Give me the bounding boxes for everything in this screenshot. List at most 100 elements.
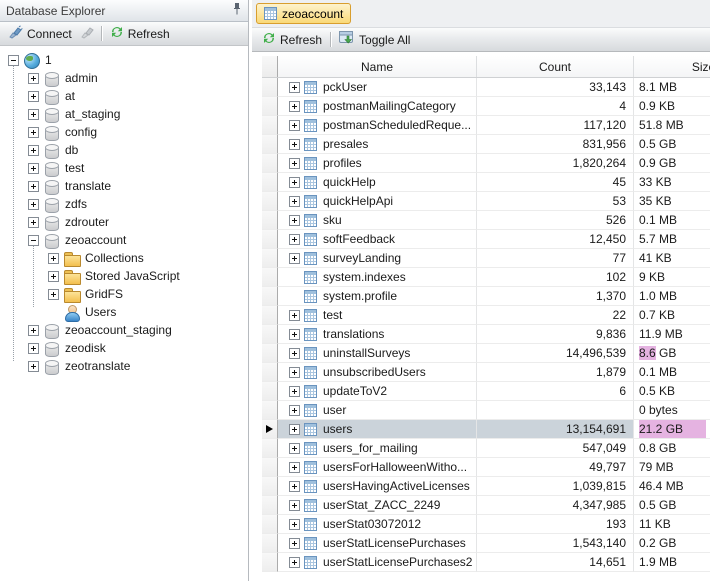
cell-count[interactable]: 53	[477, 192, 634, 211]
tree-expander-plus-icon[interactable]	[28, 216, 39, 228]
tree-expander-plus-icon[interactable]	[28, 324, 39, 336]
table-row-system-profile[interactable]: system.profile 1,370 1.0 MB	[262, 287, 710, 306]
cell-size[interactable]: 0.5 GB	[634, 135, 710, 154]
cell-name[interactable]: quickHelpApi	[278, 192, 477, 211]
column-header-name[interactable]: Name	[278, 56, 477, 77]
cell-size[interactable]: 35 KB	[634, 192, 710, 211]
row-expander-plus-icon[interactable]	[289, 81, 300, 93]
row-selector[interactable]	[262, 458, 278, 477]
table-row-test[interactable]: test 22 0.7 KB	[262, 306, 710, 325]
cell-count[interactable]: 1,370	[477, 287, 634, 306]
tree-item-admin[interactable]: admin	[0, 69, 248, 87]
cell-count[interactable]: 193	[477, 515, 634, 534]
cell-size[interactable]: 79 MB	[634, 458, 710, 477]
table-row-updatetov2[interactable]: updateToV2 6 0.5 KB	[262, 382, 710, 401]
row-selector[interactable]	[262, 135, 278, 154]
row-expander-plus-icon[interactable]	[289, 404, 300, 416]
cell-count[interactable]: 4,347,985	[477, 496, 634, 515]
disconnect-button[interactable]	[77, 23, 98, 44]
tree-expander-plus-icon[interactable]	[48, 288, 59, 300]
tree-expander-plus-icon[interactable]	[28, 162, 39, 174]
cell-count[interactable]: 77	[477, 249, 634, 268]
row-selector[interactable]	[262, 382, 278, 401]
cell-size[interactable]: 46.4 MB	[634, 477, 710, 496]
cell-size[interactable]: 0 bytes	[634, 401, 710, 420]
tree-item-config[interactable]: config	[0, 123, 248, 141]
cell-count[interactable]: 1,543,140	[477, 534, 634, 553]
table-row-postmanscheduledreque[interactable]: postmanScheduledReque... 117,120 51.8 MB	[262, 116, 710, 135]
tree-expander-minus-icon[interactable]	[28, 234, 39, 246]
tree-item-translate[interactable]: translate	[0, 177, 248, 195]
cell-name[interactable]: translations	[278, 325, 477, 344]
cell-size[interactable]: 5.7 MB	[634, 230, 710, 249]
cell-count[interactable]: 1,820,264	[477, 154, 634, 173]
row-expander-plus-icon[interactable]	[289, 233, 300, 245]
cell-name[interactable]: profiles	[278, 154, 477, 173]
row-expander-plus-icon[interactable]	[289, 556, 300, 568]
cell-size[interactable]: 0.1 MB	[634, 211, 710, 230]
table-row-translations[interactable]: translations 9,836 11.9 MB	[262, 325, 710, 344]
row-selector[interactable]	[262, 306, 278, 325]
row-expander-plus-icon[interactable]	[289, 499, 300, 511]
cell-name[interactable]: surveyLanding	[278, 249, 477, 268]
row-selector[interactable]	[262, 97, 278, 116]
cell-name[interactable]: userStatLicensePurchases2	[278, 553, 477, 572]
explorer-refresh-button[interactable]: Refresh	[105, 23, 175, 44]
cell-size[interactable]: 0.5 GB	[634, 496, 710, 515]
cell-name[interactable]: unsubscribedUsers	[278, 363, 477, 382]
row-expander-plus-icon[interactable]	[289, 385, 300, 397]
tree-expander-plus-icon[interactable]	[28, 72, 39, 84]
row-selector[interactable]	[262, 173, 278, 192]
cell-count[interactable]: 49,797	[477, 458, 634, 477]
table-row-usersforhalloweenwitho[interactable]: usersForHalloweenWitho... 49,797 79 MB	[262, 458, 710, 477]
table-row-postmanmailingcategory[interactable]: postmanMailingCategory 4 0.9 KB	[262, 97, 710, 116]
cell-name[interactable]: pckUser	[278, 78, 477, 97]
tree-expander-plus-icon[interactable]	[28, 360, 39, 372]
table-row-userstatlicensepurchases[interactable]: userStatLicensePurchases 1,543,140 0.2 GB	[262, 534, 710, 553]
tree-item-zeotranslate[interactable]: zeotranslate	[0, 357, 248, 375]
cell-name[interactable]: users_for_mailing	[278, 439, 477, 458]
cell-count[interactable]: 14,651	[477, 553, 634, 572]
row-expander-plus-icon[interactable]	[289, 347, 300, 359]
cell-count[interactable]: 13,154,691	[477, 420, 634, 439]
cell-count[interactable]: 831,956	[477, 135, 634, 154]
row-expander-plus-icon[interactable]	[289, 214, 300, 226]
table-row-softfeedback[interactable]: softFeedback 12,450 5.7 MB	[262, 230, 710, 249]
cell-name[interactable]: softFeedback	[278, 230, 477, 249]
tab-zeoaccount[interactable]: zeoaccount	[256, 3, 352, 24]
row-selector[interactable]	[262, 287, 278, 306]
column-header-count[interactable]: Count	[477, 56, 634, 77]
row-selector[interactable]	[262, 515, 278, 534]
row-expander-plus-icon[interactable]	[289, 461, 300, 473]
row-selector[interactable]	[262, 78, 278, 97]
tree-expander-plus-icon[interactable]	[28, 144, 39, 156]
toggle-all-button[interactable]: Toggle All	[334, 29, 415, 50]
row-selector[interactable]	[262, 344, 278, 363]
table-row-users-for-mailing[interactable]: users_for_mailing 547,049 0.8 GB	[262, 439, 710, 458]
cell-size[interactable]: 9 KB	[634, 268, 710, 287]
table-row-surveylanding[interactable]: surveyLanding 77 41 KB	[262, 249, 710, 268]
table-row-users[interactable]: users 13,154,691 21.2 GB	[262, 420, 710, 439]
table-row-system-indexes[interactable]: system.indexes 102 9 KB	[262, 268, 710, 287]
cell-size[interactable]: 11 KB	[634, 515, 710, 534]
cell-name[interactable]: userStat_ZACC_2249	[278, 496, 477, 515]
row-expander-plus-icon[interactable]	[289, 100, 300, 112]
tree-expander-plus-icon[interactable]	[28, 108, 39, 120]
cell-name[interactable]: system.indexes	[278, 268, 477, 287]
row-expander-plus-icon[interactable]	[289, 537, 300, 549]
cell-name[interactable]: quickHelp	[278, 173, 477, 192]
cell-name[interactable]: userStat03072012	[278, 515, 477, 534]
row-selector[interactable]	[262, 534, 278, 553]
cell-count[interactable]: 14,496,539	[477, 344, 634, 363]
table-row-userstat-zacc-2249[interactable]: userStat_ZACC_2249 4,347,985 0.5 GB	[262, 496, 710, 515]
table-row-userstat03072012[interactable]: userStat03072012 193 11 KB	[262, 515, 710, 534]
row-selector[interactable]	[262, 116, 278, 135]
cell-size[interactable]: 8.6 GB	[634, 344, 710, 363]
table-row-pckuser[interactable]: pckUser 33,143 8.1 MB	[262, 78, 710, 97]
cell-size[interactable]: 0.9 GB	[634, 154, 710, 173]
cell-name[interactable]: postmanScheduledReque...	[278, 116, 477, 135]
tree-expander-plus-icon[interactable]	[28, 342, 39, 354]
tree-item-test[interactable]: test	[0, 159, 248, 177]
cell-count[interactable]: 6	[477, 382, 634, 401]
row-selector[interactable]	[262, 496, 278, 515]
